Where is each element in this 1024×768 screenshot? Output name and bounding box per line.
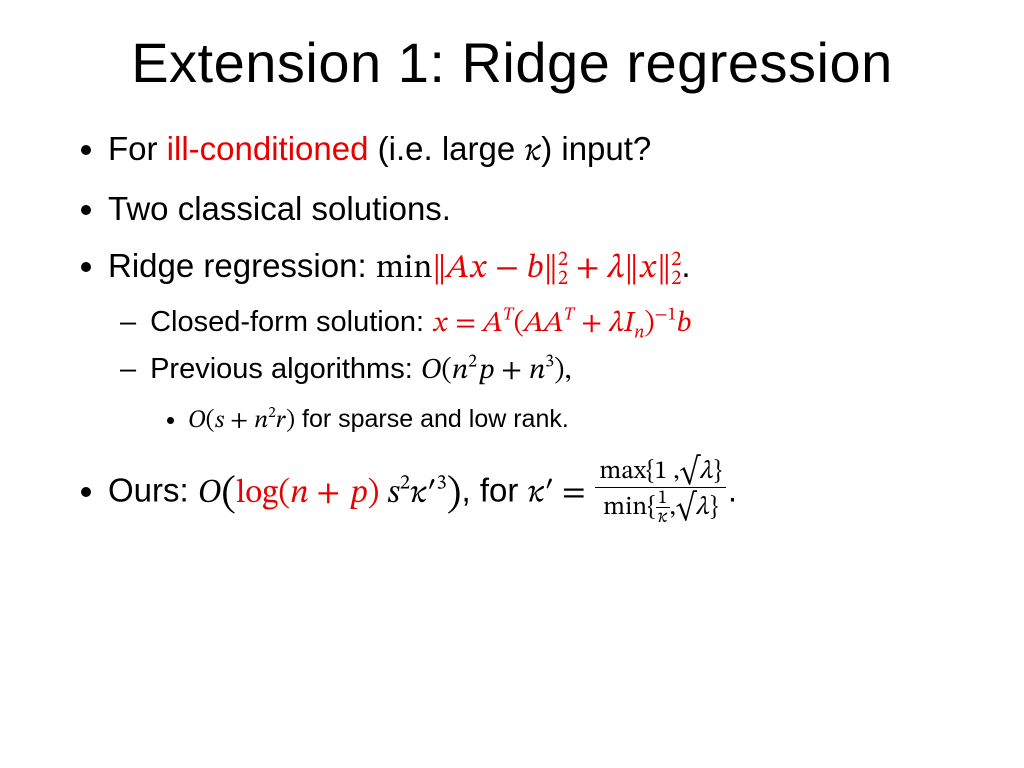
t: 𝑏 (676, 309, 691, 338)
subsub-1: 𝑂(𝑠 + 𝑛2𝑟) for sparse and low rank. (188, 400, 964, 441)
math-expr: 𝑂(𝑛2𝑝 + 𝑛3), (421, 356, 572, 385)
bullet-2: Two classical solutions. (108, 183, 964, 234)
t: + 𝜆𝐼 (574, 309, 634, 338)
text: for sparse and low rank. (295, 405, 569, 433)
t: (𝐴𝐴 (514, 309, 564, 338)
log-term: log(𝑛 + 𝑝) (236, 477, 379, 510)
den: 𝜅 (656, 507, 670, 526)
sub-1: Closed-form solution: 𝑥 = 𝐴𝑇(𝐴𝐴𝑇 + 𝜆𝐼𝑛)−… (142, 300, 964, 347)
t: 𝑥 = 𝐴 (432, 309, 502, 338)
t: ) (644, 309, 654, 338)
t: 𝑠 (379, 477, 400, 510)
slide-title: Extension 1: Ridge regression (60, 30, 964, 95)
t: + 𝜆 (568, 252, 625, 285)
text: For (108, 130, 167, 167)
t: ), (554, 356, 571, 385)
period: . (728, 472, 737, 509)
t: 𝑂(𝑠 + 𝑛 (188, 408, 268, 433)
sup: 3 (437, 472, 447, 493)
t: 𝑂 (198, 477, 221, 510)
math-expr: 𝑂(𝑠 + 𝑛2𝑟) (188, 408, 295, 433)
sub-2: Previous algorithms: 𝑂(𝑛2𝑝 + 𝑛3), 𝑂(𝑠 + … (142, 347, 964, 441)
bullet-3: Ridge regression: min‖𝐴𝑥 − 𝑏‖22 + 𝜆‖𝑥‖22… (108, 240, 964, 441)
denominator: min{1𝜅,√𝜆} (595, 487, 725, 527)
sup: 𝑇 (563, 307, 574, 325)
sup: 2 (558, 250, 568, 269)
text: , for (462, 472, 528, 509)
subsup: 22 (558, 250, 568, 289)
subsub-list: 𝑂(𝑠 + 𝑛2𝑟) for sparse and low rank. (142, 400, 964, 441)
text: Ridge regression: (108, 247, 376, 284)
period: . (681, 247, 690, 284)
sup: −1 (655, 307, 677, 325)
highlight-text: ill-conditioned (167, 130, 369, 167)
sup: 2 (671, 250, 681, 269)
math-kprime: 𝜅′ = (528, 477, 594, 510)
text: Closed-form solution: (150, 306, 432, 338)
subsup: 22 (671, 250, 681, 289)
math-expr: ‖𝐴𝑥 − 𝑏‖22 + 𝜆‖𝑥‖22 (432, 252, 681, 285)
t: ‖𝐴𝑥 − 𝑏‖ (432, 252, 557, 285)
t: ,√𝜆} (670, 495, 719, 521)
t: 𝑂(𝑛 (421, 356, 468, 385)
math-kappa: 𝜅 (524, 135, 541, 168)
t: 𝜅′ (410, 477, 437, 510)
math-expr: 𝑂(log(𝑛 + 𝑝) 𝑠2𝜅′3) (198, 477, 462, 510)
bullet-list: For ill-conditioned (i.e. large 𝜅) input… (60, 123, 964, 527)
numerator: max{1 ,√𝜆} (595, 459, 725, 487)
slide: Extension 1: Ridge regression For ill-co… (0, 0, 1024, 768)
inner-fraction: 1𝜅 (656, 489, 670, 527)
paren: ( (221, 474, 236, 515)
sub: 𝑛 (634, 325, 644, 343)
text: (i.e. large (368, 130, 524, 167)
text: Previous algorithms: (150, 353, 421, 385)
sub: 2 (558, 269, 568, 288)
fraction: max{1 ,√𝜆}min{1𝜅,√𝜆} (593, 459, 727, 527)
t: 𝑟) (276, 408, 295, 433)
t: ‖𝑥‖ (625, 252, 672, 285)
bullet-4: Ours: 𝑂(log(𝑛 + 𝑝) 𝑠2𝜅′3), for 𝜅′ = max{… (108, 459, 964, 527)
sup: 3 (545, 354, 554, 372)
t: min{ (603, 495, 656, 521)
math-expr: 𝑥 = 𝐴𝑇(𝐴𝐴𝑇 + 𝜆𝐼𝑛)−1𝑏 (432, 309, 691, 338)
sup: 𝑇 (503, 307, 514, 325)
t: 𝑝 + 𝑛 (477, 356, 545, 385)
sup: 2 (400, 472, 410, 493)
sub: 2 (671, 269, 681, 288)
num: 1 (656, 489, 670, 507)
paren: ) (447, 474, 462, 515)
text: ) input? (541, 130, 651, 167)
sup: 2 (468, 354, 477, 372)
bullet-1: For ill-conditioned (i.e. large 𝜅) input… (108, 123, 964, 177)
math-min: min (376, 252, 433, 285)
sub-list: Closed-form solution: 𝑥 = 𝐴𝑇(𝐴𝐴𝑇 + 𝜆𝐼𝑛)−… (108, 300, 964, 441)
text: Ours: (108, 472, 198, 509)
sup: 2 (268, 405, 276, 421)
